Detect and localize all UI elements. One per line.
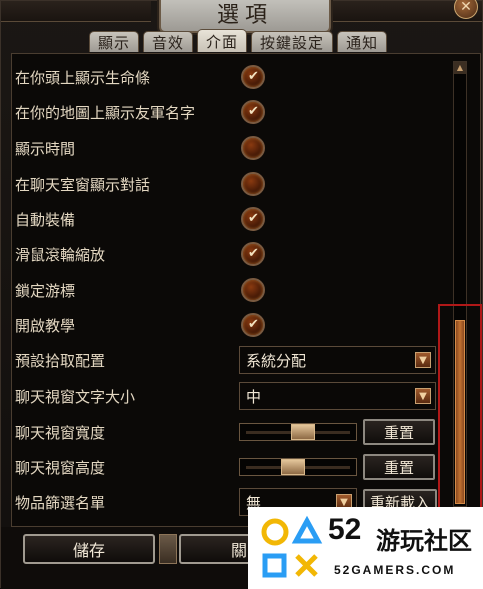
tab-keybindings[interactable]: 按鍵設定 — [251, 31, 334, 52]
tutorial-checkbox[interactable]: ✔ — [241, 313, 265, 337]
option-row-auto-equip: 自動裝備 — [15, 204, 75, 234]
loot-preset-select[interactable]: 系統分配 ▼ — [239, 346, 436, 374]
health-bar-checkbox[interactable]: ✔ — [241, 65, 265, 89]
option-row-show-time: 顯示時間 — [15, 133, 75, 163]
option-label: 開啟教學 — [15, 316, 76, 335]
watermark-name: 游玩社区 — [376, 527, 472, 555]
option-label: 聊天視窗高度 — [15, 458, 106, 477]
option-label: 鎖定游標 — [15, 281, 76, 300]
lock-cursor-checkbox[interactable] — [241, 278, 265, 302]
option-label: 聊天視窗文字大小 — [15, 387, 136, 406]
reset-width-button[interactable]: 重置 — [363, 419, 435, 445]
option-label: 顯示時間 — [15, 139, 76, 158]
show-time-checkbox[interactable] — [241, 136, 265, 160]
reset-height-button[interactable]: 重置 — [363, 454, 435, 480]
option-label: 在聊天室窗顯示對話 — [15, 175, 151, 194]
option-row-chat-height: 聊天視窗高度 — [15, 452, 105, 482]
check-icon: ✔ — [248, 317, 259, 332]
tab-sound[interactable]: 音效 — [143, 31, 194, 52]
footer-ornament — [159, 534, 177, 564]
option-label: 聊天視窗寬度 — [15, 423, 106, 442]
option-label: 自動裝備 — [15, 210, 76, 229]
option-label: 滑鼠滾輪縮放 — [15, 245, 106, 264]
option-row-ally-names: 在你的地圖上顯示友軍名字 — [15, 97, 195, 127]
header-ornament-left — [1, 1, 151, 22]
auto-equip-checkbox[interactable]: ✔ — [241, 207, 265, 231]
tab-display[interactable]: 顯示 — [89, 31, 140, 52]
chat-dialog-checkbox[interactable] — [241, 172, 265, 196]
option-row-wheel-zoom: 滑鼠滾輪縮放 — [15, 239, 105, 269]
option-label: 預設拾取配置 — [15, 351, 106, 370]
ally-names-checkbox[interactable]: ✔ — [241, 100, 265, 124]
select-value: 中 — [246, 387, 262, 406]
watermark-logo-icon — [261, 515, 323, 578]
scroll-up-icon[interactable]: ▲ — [454, 62, 466, 74]
options-window: 選項 ✕ 顯示 音效 介面 按鍵設定 通知 在你頭上顯示生命條 ✔ 在你的地圖上… — [0, 0, 483, 589]
check-icon: ✔ — [248, 211, 259, 226]
check-icon: ✔ — [248, 69, 259, 84]
wheel-zoom-checkbox[interactable]: ✔ — [241, 242, 265, 266]
tab-notifications[interactable]: 通知 — [337, 31, 388, 52]
option-label: 在你頭上顯示生命條 — [15, 68, 151, 87]
option-row-health-bar: 在你頭上顯示生命條 — [15, 62, 150, 92]
slider-thumb[interactable] — [281, 459, 305, 475]
option-row-chat-dialog: 在聊天室窗顯示對話 — [15, 169, 150, 199]
site-watermark: 52 游玩社区 52GAMERS.COM — [248, 507, 483, 589]
check-icon: ✔ — [248, 104, 259, 119]
option-label: 物品篩選名單 — [15, 493, 106, 512]
option-row-loot-preset: 預設拾取配置 — [15, 345, 105, 375]
option-label: 在你的地圖上顯示友軍名字 — [15, 103, 196, 122]
option-row-item-filter: 物品篩選名單 — [15, 487, 105, 517]
scrollbar-highlight — [438, 304, 482, 509]
option-row-lock-cursor: 鎖定游標 — [15, 275, 75, 305]
dropdown-arrow-icon[interactable]: ▼ — [415, 388, 431, 404]
tab-interface[interactable]: 介面 — [197, 29, 248, 52]
option-row-chat-font-size: 聊天視窗文字大小 — [15, 381, 135, 411]
slider-thumb[interactable] — [291, 424, 315, 440]
dropdown-arrow-icon[interactable]: ▼ — [415, 352, 431, 368]
save-button[interactable]: 儲存 — [23, 534, 155, 564]
chat-font-size-select[interactable]: 中 ▼ — [239, 382, 436, 410]
window-title: 選項 — [159, 0, 331, 33]
tab-bar: 顯示 音效 介面 按鍵設定 通知 — [89, 29, 388, 53]
watermark-number: 52 — [328, 513, 362, 546]
option-row-tutorial: 開啟教學 — [15, 310, 75, 340]
chat-width-slider[interactable] — [239, 423, 357, 441]
watermark-domain: 52GAMERS.COM — [334, 563, 456, 577]
chat-height-slider[interactable] — [239, 458, 357, 476]
option-row-chat-width: 聊天視窗寬度 — [15, 417, 105, 447]
check-icon: ✔ — [248, 246, 259, 261]
select-value: 系統分配 — [246, 351, 307, 370]
